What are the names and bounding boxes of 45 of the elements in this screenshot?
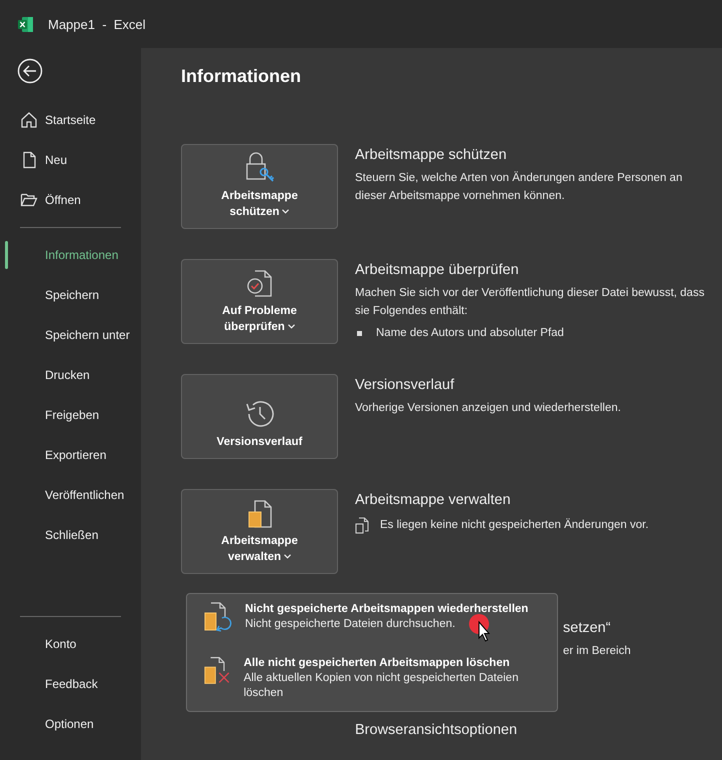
sidebar-item[interactable]: Schließen (0, 515, 141, 555)
sidebar-item[interactable]: Drucken (0, 355, 141, 395)
menu-item[interactable]: Alle nicht gespeicherten Arbeitsmappen löschen Alle aktuellen Kopien von nicht gespeicherten Dateien löschen (187, 656, 557, 701)
sidebar-item[interactable]: Veröffentlichen (0, 475, 141, 515)
section-title: setzen“ (563, 619, 612, 638)
folder-icon (20, 191, 38, 209)
caret-icon (288, 324, 295, 330)
sidebar-item[interactable]: Exportieren (0, 435, 141, 475)
page-title: Informationen (181, 66, 302, 87)
section-title: Arbeitsmappe überprüfen (355, 261, 520, 280)
section-description: Vorherige Versionen anzeigen und wiederherstellen. (355, 401, 621, 416)
feature-button[interactable]: Arbeitsmappe verwalten (181, 489, 338, 574)
section-description: Steuern Sie, welche Arten von Änderungen andere Personen an dieser Arbeitsmappe vornehmen können. (355, 170, 684, 204)
sidebar-item[interactable]: Optionen (0, 704, 141, 744)
window-title: Mappe1 - Excel (48, 16, 146, 32)
feature-button[interactable]: Versionsverlauf (181, 374, 338, 459)
section-description: er im Bereich (563, 644, 631, 659)
documents-icon (355, 516, 369, 534)
bullet-text: Name des Autors und absoluter Pfad (376, 326, 564, 341)
sidebar-item[interactable]: Speichern (0, 275, 141, 315)
sidebar-item[interactable]: Informationen (0, 235, 141, 275)
documents-icon (246, 499, 272, 529)
lock-key-icon (244, 150, 276, 184)
status-note: Es liegen keine nicht gespeicherten Änderungen vor. (380, 517, 649, 533)
home-icon (20, 111, 38, 129)
bullet-icon (357, 330, 362, 336)
section-description: Machen Sie sich vor der Veröffentlichung dieser Datei bewusst, dass sie Folgendes enthält: (355, 286, 706, 319)
section-title: Browseransichtsoptionen (355, 721, 518, 740)
feature-button[interactable]: Arbeitsmappe schützen (181, 144, 338, 229)
section-title: Arbeitsmappe schützen (355, 146, 508, 165)
feature-button[interactable]: Auf Probleme überprüfen (181, 259, 338, 344)
sidebar-item[interactable]: Speichern unter (0, 315, 141, 355)
sidebar-item[interactable]: Freigeben (0, 395, 141, 435)
spreadsheet-app-icon (17, 16, 34, 32)
sidebar-item[interactable]: Neu (0, 140, 141, 180)
sidebar-item[interactable]: Öffnen (0, 180, 141, 220)
section-title: Arbeitsmappe verwalten (355, 491, 512, 510)
menu-item[interactable]: Nicht gespeicherte Arbeitsmappen wiederherstellen Nicht gespeicherte Dateien durchsuchen. (187, 602, 557, 632)
document-check-icon (244, 269, 274, 299)
caret-icon (282, 209, 290, 214)
section-title: Versionsverlauf (355, 376, 456, 395)
sidebar-item[interactable]: Feedback (0, 664, 141, 704)
sidebar-item[interactable]: Startseite (0, 100, 141, 140)
caret-icon (284, 554, 292, 560)
sidebar-item[interactable]: Konto (0, 624, 141, 664)
